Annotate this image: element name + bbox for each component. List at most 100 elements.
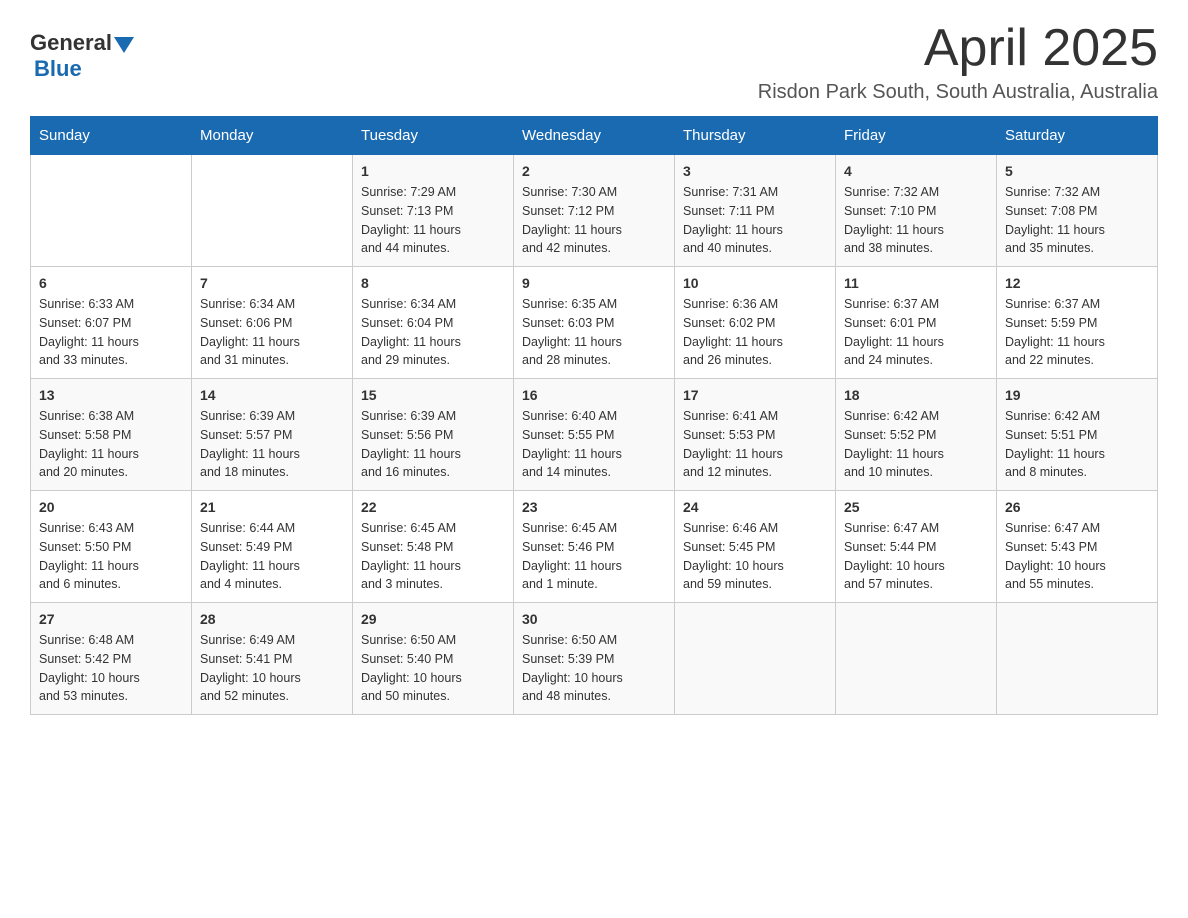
day-number: 26 [1005, 499, 1149, 515]
day-cell: 14Sunrise: 6:39 AMSunset: 5:57 PMDayligh… [192, 379, 353, 491]
day-cell: 29 Sunrise: 6:50 AMSunset: 5:40 PMDayligh… [353, 603, 514, 715]
day-info: Sunrise: 6:50 AMSunset: 5:39 PMDaylight:… [522, 631, 666, 706]
day-cell: 22 Sunrise: 6:45 AMSunset: 5:48 PMDayligh… [353, 491, 514, 603]
day-info: Sunrise: 6:34 AMSunset: 6:06 PMDaylight:… [200, 295, 344, 370]
logo-triangle-icon [114, 37, 134, 53]
day-number: 17 [683, 387, 827, 403]
day-cell: 27Sunrise: 6:48 AMSunset: 5:42 PMDayligh… [31, 603, 192, 715]
day-number: 5 [1005, 163, 1149, 179]
day-number: 11 [844, 275, 988, 291]
title-block: April 2025 Risdon Park South, South Aust… [758, 20, 1158, 104]
day-number: 22 [361, 499, 505, 515]
day-number: 19 [1005, 387, 1149, 403]
day-info: Sunrise: 6:37 AMSunset: 6:01 PMDaylight:… [844, 295, 988, 370]
day-number: 16 [522, 387, 666, 403]
day-cell [997, 603, 1158, 715]
week-row-4: 20Sunrise: 6:43 AMSunset: 5:50 PMDayligh… [31, 491, 1158, 603]
calendar-header: SundayMondayTuesdayWednesdayThursdayFrid… [31, 117, 1158, 155]
day-cell: 12Sunrise: 6:37 AMSunset: 5:59 PMDayligh… [997, 267, 1158, 379]
day-info: Sunrise: 6:47 AMSunset: 5:43 PMDaylight:… [1005, 519, 1149, 594]
day-number: 6 [39, 275, 183, 291]
month-title: April 2025 [758, 20, 1158, 77]
day-number: 25 [844, 499, 988, 515]
header-cell-monday: Monday [192, 117, 353, 155]
day-number: 9 [522, 275, 666, 291]
logo-general: General [30, 30, 112, 56]
day-number: 14 [200, 387, 344, 403]
day-cell: 5 Sunrise: 7:32 AMSunset: 7:08 PMDaylight… [997, 155, 1158, 267]
day-info: Sunrise: 6:38 AMSunset: 5:58 PMDaylight:… [39, 407, 183, 482]
day-cell: 30 Sunrise: 6:50 AMSunset: 5:39 PMDayligh… [514, 603, 675, 715]
day-info: Sunrise: 6:50 AMSunset: 5:40 PMDaylight:… [361, 631, 505, 706]
week-row-2: 6 Sunrise: 6:33 AMSunset: 6:07 PMDaylight… [31, 267, 1158, 379]
day-cell: 21 Sunrise: 6:44 AMSunset: 5:49 PMDayligh… [192, 491, 353, 603]
header-cell-tuesday: Tuesday [353, 117, 514, 155]
day-info: Sunrise: 6:34 AMSunset: 6:04 PMDaylight:… [361, 295, 505, 370]
day-info: Sunrise: 7:29 AMSunset: 7:13 PMDaylight:… [361, 183, 505, 258]
day-info: Sunrise: 6:42 AMSunset: 5:51 PMDaylight:… [1005, 407, 1149, 482]
day-cell: 11 Sunrise: 6:37 AMSunset: 6:01 PMDayligh… [836, 267, 997, 379]
day-number: 15 [361, 387, 505, 403]
day-info: Sunrise: 7:32 AMSunset: 7:10 PMDaylight:… [844, 183, 988, 258]
day-cell: 9Sunrise: 6:35 AMSunset: 6:03 PMDaylight… [514, 267, 675, 379]
day-info: Sunrise: 6:49 AMSunset: 5:41 PMDaylight:… [200, 631, 344, 706]
day-cell: 3Sunrise: 7:31 AMSunset: 7:11 PMDaylight… [675, 155, 836, 267]
day-cell: 26 Sunrise: 6:47 AMSunset: 5:43 PMDayligh… [997, 491, 1158, 603]
header-cell-friday: Friday [836, 117, 997, 155]
page-header: General Blue April 2025 Risdon Park Sout… [30, 20, 1158, 104]
day-cell: 1 Sunrise: 7:29 AMSunset: 7:13 PMDaylight… [353, 155, 514, 267]
day-number: 3 [683, 163, 827, 179]
day-cell [192, 155, 353, 267]
day-number: 30 [522, 611, 666, 627]
day-number: 10 [683, 275, 827, 291]
header-cell-sunday: Sunday [31, 117, 192, 155]
day-info: Sunrise: 6:33 AMSunset: 6:07 PMDaylight:… [39, 295, 183, 370]
day-info: Sunrise: 6:42 AMSunset: 5:52 PMDaylight:… [844, 407, 988, 482]
day-info: Sunrise: 6:39 AMSunset: 5:56 PMDaylight:… [361, 407, 505, 482]
day-cell: 19 Sunrise: 6:42 AMSunset: 5:51 PMDayligh… [997, 379, 1158, 491]
location-title: Risdon Park South, South Australia, Aust… [758, 81, 1158, 104]
week-row-3: 13 Sunrise: 6:38 AMSunset: 5:58 PMDayligh… [31, 379, 1158, 491]
day-number: 29 [361, 611, 505, 627]
day-cell [836, 603, 997, 715]
day-number: 21 [200, 499, 344, 515]
day-cell [31, 155, 192, 267]
day-cell: 7 Sunrise: 6:34 AMSunset: 6:06 PMDaylight… [192, 267, 353, 379]
day-cell: 28 Sunrise: 6:49 AMSunset: 5:41 PMDayligh… [192, 603, 353, 715]
day-cell: 25Sunrise: 6:47 AMSunset: 5:44 PMDayligh… [836, 491, 997, 603]
day-number: 28 [200, 611, 344, 627]
week-row-1: 1 Sunrise: 7:29 AMSunset: 7:13 PMDaylight… [31, 155, 1158, 267]
header-cell-wednesday: Wednesday [514, 117, 675, 155]
day-cell: 24Sunrise: 6:46 AMSunset: 5:45 PMDayligh… [675, 491, 836, 603]
day-number: 27 [39, 611, 183, 627]
day-cell: 17 Sunrise: 6:41 AMSunset: 5:53 PMDayligh… [675, 379, 836, 491]
day-cell: 2Sunrise: 7:30 AMSunset: 7:12 PMDaylight… [514, 155, 675, 267]
logo: General Blue [30, 30, 134, 82]
day-number: 7 [200, 275, 344, 291]
calendar-body: 1 Sunrise: 7:29 AMSunset: 7:13 PMDaylight… [31, 155, 1158, 715]
day-cell: 13 Sunrise: 6:38 AMSunset: 5:58 PMDayligh… [31, 379, 192, 491]
calendar-table: SundayMondayTuesdayWednesdayThursdayFrid… [30, 116, 1158, 715]
header-cell-saturday: Saturday [997, 117, 1158, 155]
day-info: Sunrise: 6:41 AMSunset: 5:53 PMDaylight:… [683, 407, 827, 482]
day-cell [675, 603, 836, 715]
day-number: 23 [522, 499, 666, 515]
day-number: 18 [844, 387, 988, 403]
day-number: 4 [844, 163, 988, 179]
day-cell: 4 Sunrise: 7:32 AMSunset: 7:10 PMDaylight… [836, 155, 997, 267]
day-info: Sunrise: 6:44 AMSunset: 5:49 PMDaylight:… [200, 519, 344, 594]
day-cell: 10Sunrise: 6:36 AMSunset: 6:02 PMDayligh… [675, 267, 836, 379]
day-number: 13 [39, 387, 183, 403]
day-info: Sunrise: 6:37 AMSunset: 5:59 PMDaylight:… [1005, 295, 1149, 370]
day-info: Sunrise: 6:40 AMSunset: 5:55 PMDaylight:… [522, 407, 666, 482]
day-info: Sunrise: 6:45 AMSunset: 5:48 PMDaylight:… [361, 519, 505, 594]
day-cell: 8Sunrise: 6:34 AMSunset: 6:04 PMDaylight… [353, 267, 514, 379]
header-cell-thursday: Thursday [675, 117, 836, 155]
day-cell: 23 Sunrise: 6:45 AMSunset: 5:46 PMDayligh… [514, 491, 675, 603]
day-cell: 15 Sunrise: 6:39 AMSunset: 5:56 PMDayligh… [353, 379, 514, 491]
day-info: Sunrise: 7:32 AMSunset: 7:08 PMDaylight:… [1005, 183, 1149, 258]
logo-blue: Blue [34, 56, 82, 82]
day-info: Sunrise: 6:45 AMSunset: 5:46 PMDaylight:… [522, 519, 666, 594]
week-row-5: 27Sunrise: 6:48 AMSunset: 5:42 PMDayligh… [31, 603, 1158, 715]
day-number: 1 [361, 163, 505, 179]
